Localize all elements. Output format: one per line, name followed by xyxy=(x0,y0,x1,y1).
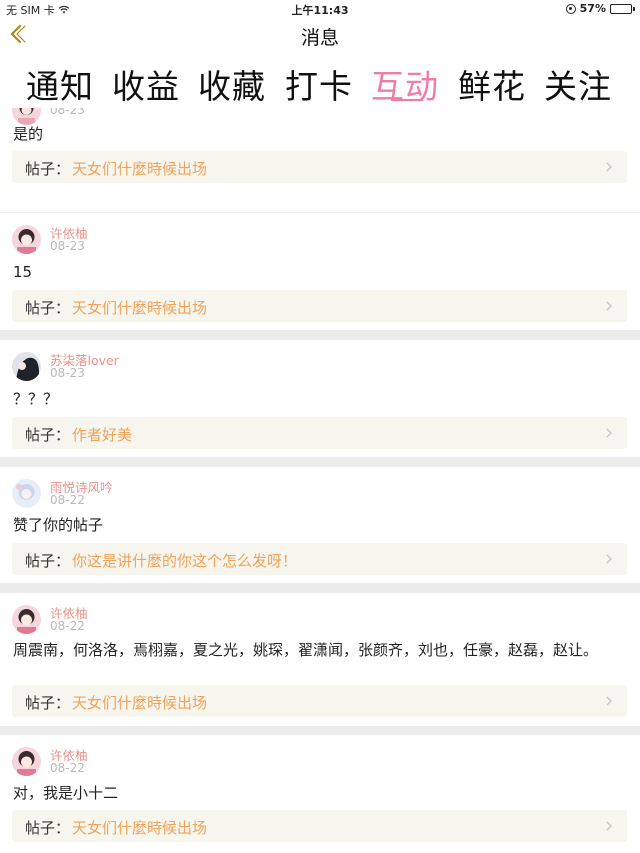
post-link[interactable]: 帖子： 作者好美 xyxy=(12,417,627,449)
tab-bar: 通知 收益 收藏 打卡 互动 鲜花 关注 xyxy=(0,52,640,108)
list-item: 许依柚 08-23 15 帖子： 天女们什麼時候出场 xyxy=(0,213,640,330)
post-title: 天女们什麼時候出场 xyxy=(72,160,208,178)
post-link[interactable]: 帖子： 天女们什麼時候出场 xyxy=(12,810,627,842)
avatar[interactable] xyxy=(12,108,41,125)
item-date: 08-23 xyxy=(50,366,85,380)
orientation-lock-icon xyxy=(565,3,576,14)
status-right: 57% xyxy=(565,2,635,15)
item-date: 08-22 xyxy=(50,761,85,775)
item-date: 08-23 xyxy=(50,239,85,253)
active-tab-indicator xyxy=(391,99,423,101)
page-title: 消息 xyxy=(300,27,339,49)
chevron-right-icon xyxy=(606,162,612,172)
avatar[interactable] xyxy=(12,352,41,381)
status-time: 上午11:43 xyxy=(291,4,349,17)
status-bar: 无 SIM 卡 上午11:43 57% xyxy=(0,0,640,17)
item-date: 08-22 xyxy=(50,619,85,633)
post-title: 你这是讲什麼的你这个怎么发呀！ xyxy=(72,552,298,570)
nav-bar: 消息 xyxy=(0,17,640,52)
tab-favorites[interactable]: 收藏 xyxy=(198,60,266,108)
item-content: 周震南，何洛洛，焉栩嘉，夏之光，姚琛，翟潇闻，张颜齐，刘也，任豪，赵磊，赵让。 xyxy=(13,641,599,659)
list-item: 许依柚 08-22 对，我是小十二 帖子： 天女们什麼時候出场 xyxy=(0,735,640,853)
chevron-right-icon xyxy=(606,428,612,438)
list-item: 许依柚 08-22 周震南，何洛洛，焉栩嘉，夏之光，姚琛，翟潇闻，张颜齐，刘也，… xyxy=(0,593,640,726)
list-item: 雨悦诗风吟 08-22 赞了你的帖子 帖子： 你这是讲什麼的你这个怎么发呀！ xyxy=(0,467,640,583)
tab-earnings[interactable]: 收益 xyxy=(112,60,180,108)
post-link[interactable]: 帖子： 天女们什麼時候出场 xyxy=(12,685,627,717)
post-title: 天女们什麼時候出场 xyxy=(72,694,208,712)
item-date: 08-22 xyxy=(50,493,85,507)
list-item: 苏柒落lover 08-23 ？？？ 帖子： 作者好美 xyxy=(0,340,640,457)
avatar[interactable] xyxy=(12,605,41,634)
battery-icon xyxy=(610,3,635,14)
tab-notifications[interactable]: 通知 xyxy=(26,60,94,108)
avatar[interactable] xyxy=(12,225,41,254)
post-label: 帖子： xyxy=(25,160,71,178)
post-title: 天女们什麼時候出场 xyxy=(72,299,208,317)
item-content: 15 xyxy=(13,263,33,281)
post-link[interactable]: 帖子： 天女们什麼時候出场 xyxy=(12,290,627,322)
item-content: ？？？ xyxy=(13,390,59,408)
post-link[interactable]: 帖子： 你这是讲什麼的你这个怎么发呀！ xyxy=(12,543,627,575)
tab-following[interactable]: 关注 xyxy=(544,60,612,108)
post-link[interactable]: 帖子： 天女们什麼時候出场 xyxy=(12,151,627,183)
post-label: 帖子： xyxy=(25,299,71,317)
tab-checkin[interactable]: 打卡 xyxy=(285,60,353,108)
post-label: 帖子： xyxy=(25,694,71,712)
chevron-right-icon xyxy=(606,301,612,311)
post-label: 帖子： xyxy=(25,426,71,444)
item-content: 对，我是小十二 xyxy=(13,784,119,802)
message-list[interactable]: 08-23 是的 帖子： 天女们什麼時候出场 许依柚 08-23 15 帖子： … xyxy=(0,108,640,853)
battery-percent: 57% xyxy=(579,2,606,15)
avatar[interactable] xyxy=(12,747,41,776)
chevron-right-icon xyxy=(606,696,612,706)
post-label: 帖子： xyxy=(25,552,71,570)
item-content: 是的 xyxy=(13,125,44,143)
list-item: 08-23 是的 帖子： 天女们什麼時候出场 xyxy=(0,108,640,212)
post-label: 帖子： xyxy=(25,819,71,837)
post-title: 作者好美 xyxy=(72,426,133,444)
chevron-right-icon xyxy=(606,554,612,564)
post-title: 天女们什麼時候出场 xyxy=(72,819,208,837)
avatar[interactable] xyxy=(12,479,41,508)
item-date: 08-23 xyxy=(50,108,85,117)
item-content: 赞了你的帖子 xyxy=(13,516,104,534)
tab-flowers[interactable]: 鲜花 xyxy=(458,60,526,108)
chevron-right-icon xyxy=(606,821,612,831)
